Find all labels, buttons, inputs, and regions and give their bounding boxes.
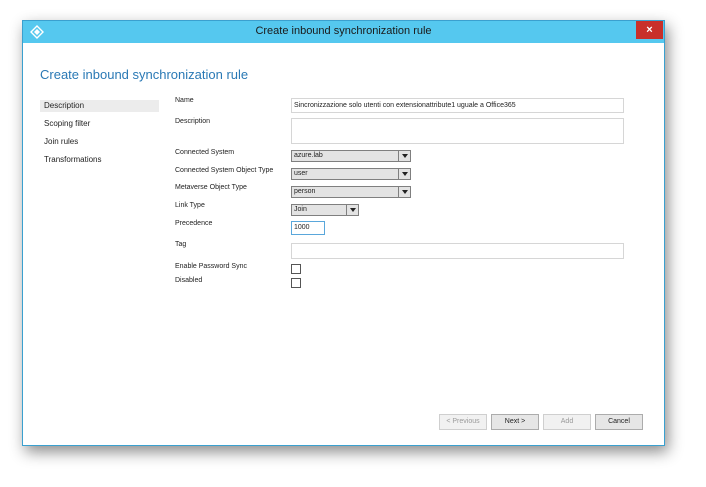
connected-system-object-type-value: user <box>294 170 308 177</box>
next-button[interactable]: Next > <box>491 414 539 430</box>
precedence-label: Precedence <box>175 220 213 227</box>
nav-item-join-rules[interactable]: Join rules <box>40 136 159 148</box>
tag-label: Tag <box>175 241 187 248</box>
disabled-checkbox[interactable] <box>291 278 301 288</box>
nav-item-scoping-filter[interactable]: Scoping filter <box>40 118 159 130</box>
link-type-dropdown[interactable]: Join <box>291 204 359 216</box>
precedence-input[interactable]: 1000 <box>291 221 325 235</box>
title-bar[interactable]: Create inbound synchronization rule × <box>23 21 664 43</box>
enable-password-sync-label: Enable Password Sync <box>175 263 247 270</box>
enable-password-sync-checkbox[interactable] <box>291 264 301 274</box>
nav-item-description[interactable]: Description <box>40 100 159 112</box>
chevron-down-icon <box>398 151 410 161</box>
connected-system-object-type-dropdown[interactable]: user <box>291 168 411 180</box>
cancel-button[interactable]: Cancel <box>595 414 643 430</box>
window-title: Create inbound synchronization rule <box>255 25 432 37</box>
chevron-down-icon <box>398 169 410 179</box>
description-label: Description <box>175 118 211 125</box>
dialog-window: Create inbound synchronization rule × Cr… <box>22 20 665 446</box>
tag-input[interactable] <box>291 243 624 259</box>
add-button[interactable]: Add <box>543 414 591 430</box>
link-type-label: Link Type <box>175 202 205 209</box>
connected-system-object-type-label: Connected System Object Type <box>175 167 274 174</box>
page-heading: Create inbound synchronization rule <box>40 67 249 82</box>
close-button[interactable]: × <box>636 21 663 39</box>
name-input[interactable]: Sincronizzazione solo utenti con extensi… <box>291 98 624 113</box>
connected-system-label: Connected System <box>175 149 235 156</box>
previous-button[interactable]: < Previous <box>439 414 487 430</box>
metaverse-object-type-dropdown[interactable]: person <box>291 186 411 198</box>
description-input[interactable] <box>291 118 624 144</box>
connected-system-dropdown[interactable]: azure.lab <box>291 150 411 162</box>
chevron-down-icon <box>346 205 358 215</box>
disabled-label: Disabled <box>175 277 203 284</box>
link-type-value: Join <box>294 206 307 213</box>
name-label: Name <box>175 97 194 104</box>
chevron-down-icon <box>398 187 410 197</box>
metaverse-object-type-value: person <box>294 188 316 195</box>
connected-system-value: azure.lab <box>294 152 323 159</box>
metaverse-object-type-label: Metaverse Object Type <box>175 184 247 191</box>
nav-item-transformations[interactable]: Transformations <box>40 154 159 166</box>
